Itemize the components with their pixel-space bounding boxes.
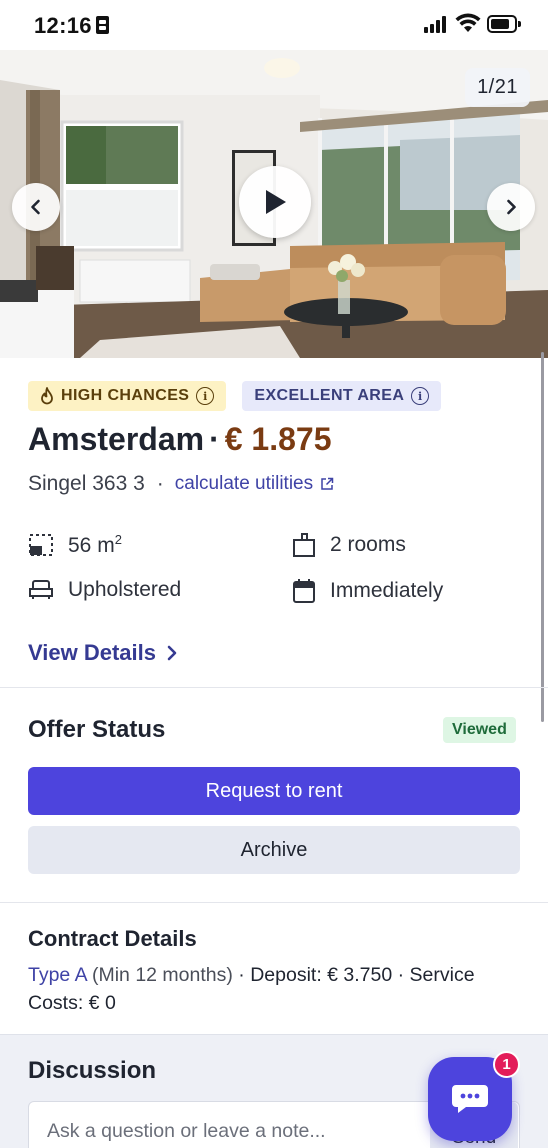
listing-photo-gallery[interactable]: 1/21 bbox=[0, 50, 548, 358]
view-details-link[interactable]: View Details bbox=[28, 640, 177, 666]
view-details-label: View Details bbox=[28, 640, 156, 665]
sofa-icon bbox=[29, 580, 53, 599]
availability-value: Immediately bbox=[330, 579, 444, 602]
battery-icon bbox=[487, 15, 521, 33]
status-bar: 12:16 bbox=[0, 0, 548, 50]
section-divider bbox=[0, 902, 548, 903]
excellent-area-badge[interactable]: EXCELLENT AREA i bbox=[242, 381, 442, 411]
scrollbar[interactable] bbox=[541, 352, 544, 722]
status-badge: Viewed bbox=[443, 717, 516, 743]
flame-icon bbox=[41, 387, 53, 405]
furnishing-value: Upholstered bbox=[68, 578, 182, 601]
archive-button[interactable]: Archive bbox=[28, 826, 520, 874]
chevron-left-icon bbox=[31, 199, 40, 215]
feature-area: 56 m2 bbox=[28, 532, 122, 558]
rooms-value: 2 rooms bbox=[330, 533, 406, 556]
feature-rooms: 2 rooms bbox=[292, 532, 406, 558]
rooms-icon bbox=[293, 533, 315, 557]
area-value: 56 m2 bbox=[68, 532, 122, 557]
chat-bubble-icon bbox=[452, 1085, 488, 1113]
play-video-button[interactable] bbox=[239, 166, 311, 238]
contract-details-text: Type A (Min 12 months) · Deposit: € 3.75… bbox=[28, 961, 528, 1017]
high-chances-label: HIGH CHANCES bbox=[61, 387, 190, 404]
address-separator: · bbox=[156, 472, 164, 495]
high-chances-badge[interactable]: HIGH CHANCES i bbox=[28, 381, 227, 411]
request-to-rent-button[interactable]: Request to rent bbox=[28, 767, 520, 815]
cellular-signal-icon bbox=[424, 16, 448, 33]
discussion-title: Discussion bbox=[28, 1057, 157, 1084]
unread-count-badge: 1 bbox=[493, 1051, 520, 1078]
contract-details-title: Contract Details bbox=[28, 926, 197, 951]
sim-card-icon bbox=[96, 16, 109, 34]
listing-title: Amsterdam · € 1.875 bbox=[28, 421, 331, 458]
listing-city: Amsterdam bbox=[28, 421, 205, 457]
address-line: Singel 363 3 · calculate utilities bbox=[28, 472, 334, 496]
wifi-icon bbox=[455, 13, 481, 32]
section-divider bbox=[0, 687, 548, 688]
chevron-right-icon bbox=[507, 199, 516, 215]
info-icon[interactable]: i bbox=[411, 387, 430, 405]
listing-badges: HIGH CHANCES i EXCELLENT AREA i bbox=[28, 381, 442, 411]
status-time: 12:16 bbox=[34, 13, 92, 38]
contract-type: Type A bbox=[28, 964, 87, 986]
excellent-area-label: EXCELLENT AREA bbox=[254, 387, 405, 404]
calculate-utilities-link[interactable]: calculate utilities bbox=[175, 473, 334, 495]
feature-furnishing: Upholstered bbox=[28, 578, 181, 602]
feature-availability: Immediately bbox=[292, 578, 443, 604]
contract-min-term: (Min 12 months) bbox=[91, 964, 233, 986]
chevron-right-icon bbox=[167, 645, 177, 661]
info-icon[interactable]: i bbox=[196, 387, 215, 405]
title-separator: · bbox=[209, 421, 220, 457]
photo-counter: 1/21 bbox=[465, 68, 530, 107]
previous-photo-button[interactable] bbox=[12, 183, 60, 231]
play-icon bbox=[266, 190, 286, 214]
section-divider bbox=[0, 1034, 548, 1035]
listing-address: Singel 363 3 bbox=[28, 472, 145, 495]
calendar-icon bbox=[293, 579, 315, 603]
next-photo-button[interactable] bbox=[487, 183, 535, 231]
external-link-icon bbox=[321, 477, 334, 490]
floor-area-icon bbox=[29, 534, 53, 556]
offer-status-title: Offer Status bbox=[28, 716, 166, 743]
calculate-utilities-label: calculate utilities bbox=[174, 473, 314, 494]
listing-price: € 1.875 bbox=[224, 421, 332, 457]
